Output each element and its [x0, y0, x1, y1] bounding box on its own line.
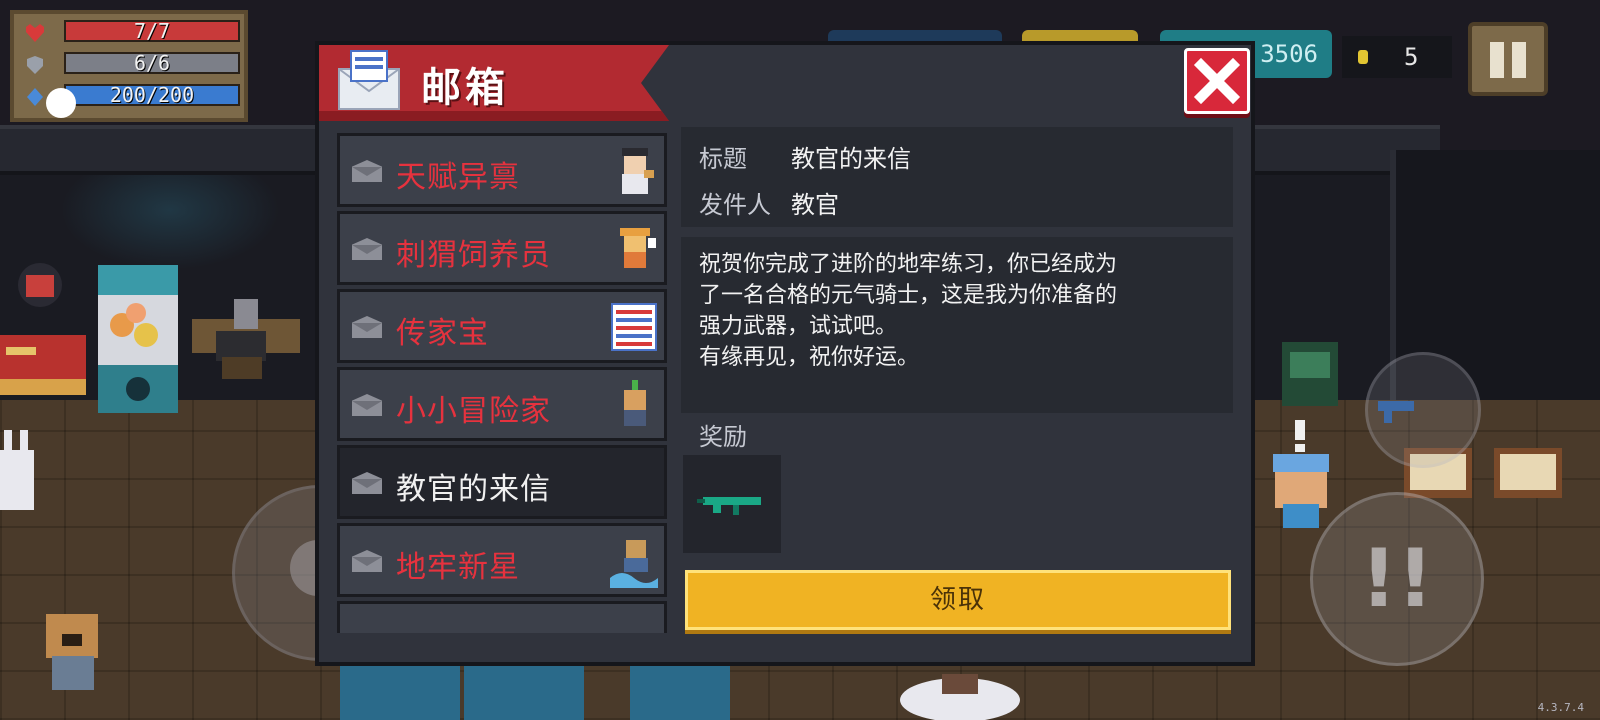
mail-item-label: 天赋异禀	[396, 160, 520, 195]
coin-icon	[1358, 50, 1368, 64]
hp-row: 7/7	[20, 18, 242, 46]
coin-counter: 5	[1342, 36, 1452, 78]
bunny-character	[0, 430, 40, 520]
subject-key: 标题	[699, 145, 747, 173]
energy-crystal-icon	[27, 88, 43, 106]
shield-icon	[27, 56, 43, 74]
mail-item-label: 地牢新星	[396, 550, 520, 585]
mail-item-label: 传家宝	[396, 316, 489, 351]
energy-bar: 200/200	[64, 84, 240, 106]
reward-label: 奖励	[699, 423, 747, 451]
reward-slot[interactable]	[683, 455, 781, 553]
version-label: 4.3.7.4	[1537, 701, 1584, 714]
sprout-adventurer-icon	[624, 380, 646, 426]
scholar-avatar-icon	[622, 148, 654, 194]
envelope-icon	[352, 394, 382, 416]
rifle-icon	[697, 497, 761, 515]
pistol-icon	[1378, 401, 1414, 423]
mail-item-dungeon-star[interactable]: 地牢新星	[337, 523, 667, 597]
pause-icon-left	[1490, 42, 1504, 78]
mail-body-text: 祝贺你完成了进阶的地牢练习，你已经成为 了一名合格的元气骑士，这是我为你准备的 …	[699, 252, 1118, 370]
mail-icon	[338, 50, 400, 110]
hedgehog-keeper-icon	[620, 228, 656, 268]
snow-character	[880, 660, 1030, 720]
mailbox-dialog: 邮箱 天赋异禀 刺猬饲养员 传家宝 小小冒险家 教官的来信 地牢新星 标题 教官…	[315, 41, 1255, 666]
notice-board-right	[1494, 448, 1564, 502]
sender-key: 发件人	[699, 191, 771, 219]
mail-item-instructor-letter[interactable]: 教官的来信	[337, 445, 667, 519]
bear-character	[38, 608, 108, 698]
hp-bar: 7/7	[64, 20, 240, 42]
envelope-icon	[352, 316, 382, 338]
mail-body: 祝贺你完成了进阶的地牢练习，你已经成为 了一名合格的元气骑士，这是我为你准备的 …	[681, 237, 1233, 413]
pause-icon-right	[1512, 42, 1526, 78]
dialog-header: 邮箱	[319, 45, 669, 121]
mail-item-label: 教官的来信	[396, 472, 551, 507]
mail-item-partial[interactable]	[337, 601, 667, 633]
mail-item-little-adventurer[interactable]: 小小冒险家	[337, 367, 667, 441]
gacha-machine	[96, 265, 180, 415]
mail-meta: 标题 教官的来信 发件人 教官	[681, 127, 1233, 227]
mail-item-label: 刺猬饲养员	[396, 238, 551, 273]
merchant-stall	[0, 255, 90, 395]
coin-value: 5	[1404, 43, 1419, 71]
document-icon	[611, 303, 657, 351]
close-button[interactable]	[1184, 48, 1250, 114]
mail-item-label: 小小冒险家	[396, 394, 551, 429]
sender-value: 教官	[791, 191, 839, 219]
floor-items	[340, 662, 740, 720]
skill-button[interactable]: !!	[1310, 492, 1484, 666]
armor-bar: 6/6	[64, 52, 240, 74]
mail-list[interactable]: 天赋异禀 刺猬饲养员 传家宝 小小冒险家 教官的来信 地牢新星	[337, 133, 667, 633]
subject-value: 教官的来信	[791, 145, 911, 173]
touch-indicator	[46, 88, 76, 118]
adventurer-npc	[1255, 420, 1345, 530]
close-icon	[1193, 57, 1241, 105]
claim-button[interactable]: 领取	[685, 570, 1231, 630]
wave-rider-icon	[610, 540, 658, 588]
tv-monitor	[1282, 342, 1342, 412]
switch-weapon-button[interactable]	[1365, 352, 1481, 468]
armor-row: 6/6	[20, 50, 242, 78]
envelope-icon	[352, 472, 382, 494]
envelope-icon	[352, 238, 382, 260]
heart-icon	[26, 24, 44, 42]
weapon-table	[192, 295, 302, 385]
mail-item-talent[interactable]: 天赋异禀	[337, 133, 667, 207]
mail-item-hedgehog[interactable]: 刺猬饲养员	[337, 211, 667, 285]
envelope-icon	[352, 550, 382, 572]
envelope-icon	[352, 160, 382, 182]
pause-button[interactable]	[1468, 22, 1548, 96]
dialog-title: 邮箱	[421, 65, 509, 111]
mail-item-heirloom[interactable]: 传家宝	[337, 289, 667, 363]
player-stats-panel: 7/7 6/6 200/200	[10, 10, 248, 122]
